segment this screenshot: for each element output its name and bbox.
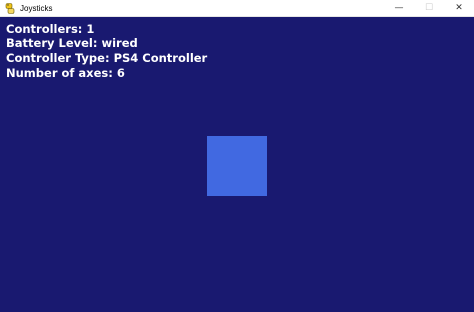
controllers-count-text: Controllers: 1 (6, 22, 95, 36)
python-snake-icon (5, 2, 15, 14)
battery-level-text: Battery Level: wired (6, 36, 138, 50)
app-window: Joysticks — ☐ ✕ Controllers: 1 Battery L… (0, 0, 474, 312)
title-bar[interactable]: Joysticks — ☐ ✕ (0, 0, 474, 17)
controller-type-text: Controller Type: PS4 Controller (6, 51, 208, 65)
minimize-button[interactable]: — (384, 0, 414, 17)
player-square (207, 136, 267, 196)
game-canvas: Controllers: 1 Battery Level: wired Cont… (0, 17, 474, 312)
maximize-button[interactable]: ☐ (414, 0, 444, 17)
close-button[interactable]: ✕ (444, 0, 474, 17)
axes-count-text: Number of axes: 6 (6, 66, 125, 80)
window-title: Joysticks (20, 3, 53, 13)
